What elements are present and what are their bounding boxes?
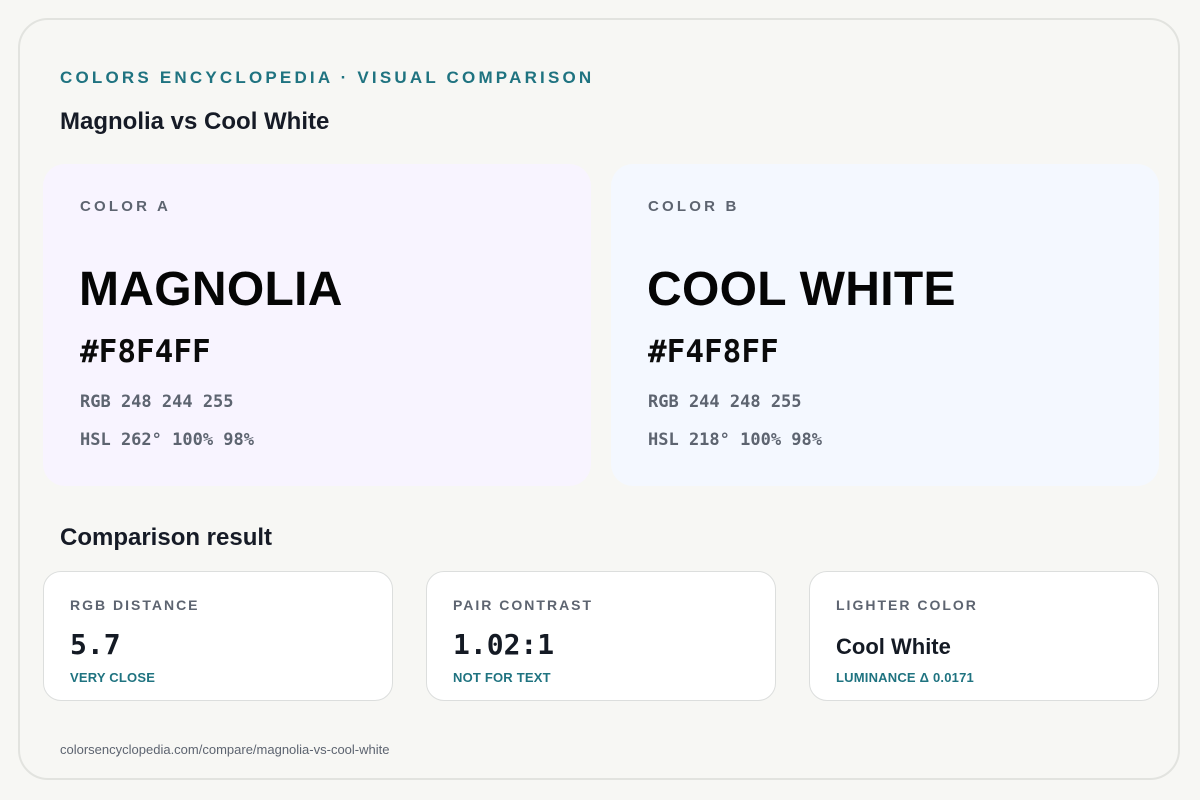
color-a-swatch: COLOR A MAGNOLIA #F8F4FF RGB 248 244 255… <box>43 164 591 486</box>
metric-note: LUMINANCE Δ 0.0171 <box>836 670 974 685</box>
page-title: Magnolia vs Cool White <box>60 108 330 135</box>
color-b-name: COOL WHITE <box>647 263 956 316</box>
metric-value: Cool White <box>836 634 951 659</box>
color-b-hsl: HSL 218° 100% 98% <box>648 430 822 450</box>
color-a-hsl: HSL 262° 100% 98% <box>80 430 254 450</box>
metric-label: RGB DISTANCE <box>70 597 200 613</box>
metric-rgb-distance: RGB DISTANCE 5.7 VERY CLOSE <box>43 571 393 701</box>
source-url: colorsencyclopedia.com/compare/magnolia-… <box>60 742 390 757</box>
metric-note: NOT FOR TEXT <box>453 670 551 685</box>
metric-pair-contrast: PAIR CONTRAST 1.02:1 NOT FOR TEXT <box>426 571 776 701</box>
metric-value: 1.02:1 <box>453 628 555 661</box>
site-eyebrow: COLORS ENCYCLOPEDIA · VISUAL COMPARISON <box>60 68 595 87</box>
metric-note: VERY CLOSE <box>70 670 156 685</box>
metric-value: 5.7 <box>70 628 121 661</box>
color-a-rgb: RGB 248 244 255 <box>80 392 234 412</box>
color-b-swatch: COLOR B COOL WHITE #F4F8FF RGB 244 248 2… <box>611 164 1159 486</box>
color-b-hex: #F4F8FF <box>648 334 779 370</box>
metric-label: PAIR CONTRAST <box>453 597 594 613</box>
color-a-label: COLOR A <box>80 198 172 215</box>
color-b-label: COLOR B <box>648 198 740 215</box>
metric-lighter-color: LIGHTER COLOR Cool White LUMINANCE Δ 0.0… <box>809 571 1159 701</box>
metric-label: LIGHTER COLOR <box>836 597 978 613</box>
comparison-card: COLORS ENCYCLOPEDIA · VISUAL COMPARISON … <box>18 18 1180 780</box>
color-a-hex: #F8F4FF <box>80 334 211 370</box>
color-a-name: MAGNOLIA <box>79 263 343 316</box>
comparison-title: Comparison result <box>60 524 273 551</box>
color-b-rgb: RGB 244 248 255 <box>648 392 802 412</box>
